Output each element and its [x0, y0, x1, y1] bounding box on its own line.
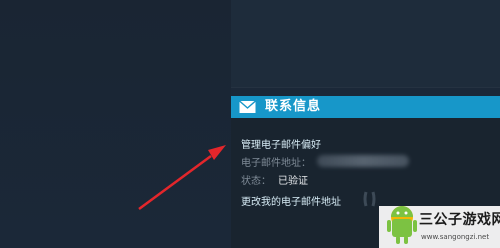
status-label: 状态：	[241, 176, 271, 187]
upper-panel	[231, 0, 500, 88]
mail-icon	[239, 100, 256, 113]
email-address-value	[317, 155, 409, 167]
android-logo-icon	[387, 206, 417, 244]
contact-info-header: 联系信息	[231, 96, 500, 118]
email-address-label: 电子邮件地址：	[241, 158, 311, 169]
change-email-address-link[interactable]: 更改我的电子邮件地址	[241, 193, 341, 208]
page-background	[0, 0, 231, 248]
watermark-url: www.sangongzi.net	[421, 233, 490, 241]
watermark-title: 三公子游戏网	[419, 212, 500, 228]
contact-info-title: 联系信息	[265, 99, 322, 114]
status-value: 已验证	[278, 176, 308, 187]
manage-email-preferences-link[interactable]: 管理电子邮件偏好	[241, 136, 321, 151]
faint-decoration-icon	[363, 191, 376, 207]
